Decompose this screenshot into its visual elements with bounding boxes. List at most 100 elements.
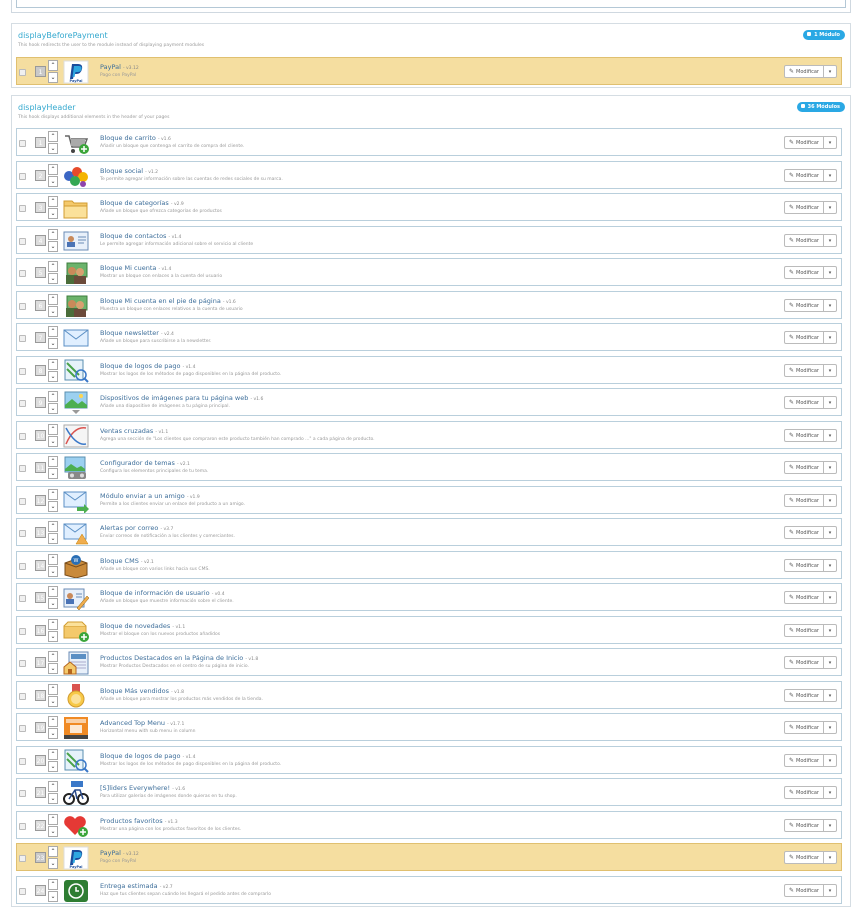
move-up-button[interactable]: ⌃ [48, 261, 58, 272]
module-select-checkbox[interactable] [19, 660, 26, 667]
modify-button[interactable]: ✎ Modificar [784, 65, 824, 78]
module-row[interactable]: 12 ⌃ ⌄ Módulo enviar a un amigo - v1.9 Permi… [16, 486, 842, 514]
move-down-button[interactable]: ⌄ [48, 663, 58, 674]
caret-down-icon[interactable]: ▾ [824, 559, 837, 572]
module-row[interactable]: 11 ⌃ ⌄ Configurador de temas - v2.1 Configur… [16, 453, 842, 481]
module-row[interactable]: 13 ⌃ ⌄ Alertas por correo - v3.7 Enviar corr… [16, 518, 842, 546]
move-down-button[interactable]: ⌄ [48, 371, 58, 382]
move-up-button[interactable]: ⌃ [48, 521, 58, 532]
module-select-checkbox[interactable] [19, 888, 26, 895]
module-select-checkbox[interactable] [19, 758, 26, 765]
caret-down-icon[interactable]: ▾ [824, 624, 837, 637]
module-row[interactable]: 10 ⌃ ⌄ Ventas cruzadas - v1.1 Agrega una sec… [16, 421, 842, 449]
module-select-checkbox[interactable] [19, 790, 26, 797]
move-down-button[interactable]: ⌄ [48, 728, 58, 739]
move-down-button[interactable]: ⌄ [48, 598, 58, 609]
caret-down-icon[interactable]: ▾ [824, 786, 837, 799]
move-up-button[interactable]: ⌃ [48, 716, 58, 727]
move-down-button[interactable]: ⌄ [48, 273, 58, 284]
module-select-checkbox[interactable] [19, 173, 26, 180]
move-down-button[interactable]: ⌄ [48, 696, 58, 707]
move-up-button[interactable]: ⌃ [48, 651, 58, 662]
module-select-checkbox[interactable] [19, 628, 26, 635]
module-row[interactable]: 20 ⌃ ⌄ Bloque de logos de pago - v1.4 Mostra… [16, 746, 842, 774]
move-down-button[interactable]: ⌄ [48, 566, 58, 577]
move-up-button[interactable]: ⌃ [48, 456, 58, 467]
module-row[interactable]: 16 ⌃ ⌄ Bloque de novedades - v1.1 Mostrar el… [16, 616, 842, 644]
move-up-button[interactable]: ⌃ [48, 391, 58, 402]
modify-button[interactable]: ✎ Modificar [784, 331, 824, 344]
module-row[interactable]: 17 ⌃ ⌄ Productos Destacados en la Página de… [16, 648, 842, 676]
module-row[interactable]: 4 ⌃ ⌄ Bloque de contactos - v1.4 Le permite … [16, 226, 842, 254]
modify-button[interactable]: ✎ Modificar [784, 461, 824, 474]
caret-down-icon[interactable]: ▾ [824, 331, 837, 344]
modify-button[interactable]: ✎ Modificar [784, 234, 824, 247]
modify-button[interactable]: ✎ Modificar [784, 819, 824, 832]
module-row[interactable]: 15 ⌃ ⌄ Bloque de información de usuario - v… [16, 583, 842, 611]
module-select-checkbox[interactable] [19, 140, 26, 147]
move-down-button[interactable]: ⌄ [48, 208, 58, 219]
module-row[interactable]: 7 ⌃ ⌄ Bloque newsletter - v2.4 Añade un bloq… [16, 323, 842, 351]
caret-down-icon[interactable]: ▾ [824, 136, 837, 149]
move-down-button[interactable]: ⌄ [48, 533, 58, 544]
move-up-button[interactable]: ⌃ [48, 814, 58, 825]
move-down-button[interactable]: ⌄ [48, 241, 58, 252]
modify-button[interactable]: ✎ Modificar [784, 494, 824, 507]
modify-button[interactable]: ✎ Modificar [784, 689, 824, 702]
modify-button[interactable]: ✎ Modificar [784, 884, 824, 897]
modify-button[interactable]: ✎ Modificar [784, 591, 824, 604]
caret-down-icon[interactable]: ▾ [824, 299, 837, 312]
module-select-checkbox[interactable] [19, 69, 26, 76]
move-up-button[interactable]: ⌃ [48, 131, 58, 142]
module-row[interactable]: 9 ⌃ ⌄ Dispositivos de imágenes para tu pági… [16, 388, 842, 416]
module-row[interactable]: 1 ⌃ ⌄ PayPal PayPal - v3.12 Pago con PayPal ✎ M… [16, 57, 842, 85]
modify-button[interactable]: ✎ Modificar [784, 364, 824, 377]
modify-button[interactable]: ✎ Modificar [784, 721, 824, 734]
caret-down-icon[interactable]: ▾ [824, 266, 837, 279]
module-select-checkbox[interactable] [19, 335, 26, 342]
module-row[interactable]: 8 ⌃ ⌄ Bloque de logos de pago - v1.4 Mostrar… [16, 356, 842, 384]
move-up-button[interactable]: ⌃ [48, 164, 58, 175]
module-select-checkbox[interactable] [19, 368, 26, 375]
modify-button[interactable]: ✎ Modificar [784, 201, 824, 214]
modify-button[interactable]: ✎ Modificar [784, 656, 824, 669]
module-row[interactable]: 2 ⌃ ⌄ Bloque social - v1.2 Te permite agrega… [16, 161, 842, 189]
modify-button[interactable]: ✎ Modificar [784, 851, 824, 864]
caret-down-icon[interactable]: ▾ [824, 396, 837, 409]
move-up-button[interactable]: ⌃ [48, 586, 58, 597]
module-row[interactable]: 5 ⌃ ⌄ Bloque Mi cuenta - v1.4 Mostrar un blo… [16, 258, 842, 286]
module-select-checkbox[interactable] [19, 270, 26, 277]
module-row[interactable]: 19 ⌃ ⌄ Advanced Top Menu - v1.7.1 Horizontal… [16, 713, 842, 741]
move-down-button[interactable]: ⌄ [48, 793, 58, 804]
caret-down-icon[interactable]: ▾ [824, 656, 837, 669]
modify-button[interactable]: ✎ Modificar [784, 136, 824, 149]
caret-down-icon[interactable]: ▾ [824, 819, 837, 832]
move-up-button[interactable]: ⌃ [48, 196, 58, 207]
caret-down-icon[interactable]: ▾ [824, 429, 837, 442]
module-row[interactable]: 21 ⌃ ⌄ [S]liders Everywhere! - v1.6 Para uti… [16, 778, 842, 806]
move-up-button[interactable]: ⌃ [48, 554, 58, 565]
modify-button[interactable]: ✎ Modificar [784, 624, 824, 637]
move-down-button[interactable]: ⌄ [48, 72, 58, 83]
modify-button[interactable]: ✎ Modificar [784, 754, 824, 767]
move-up-button[interactable]: ⌃ [48, 846, 58, 857]
module-row[interactable]: 23 ⌃ ⌄ PayPal PayPal - v3.12 Pago con PayPal ✎… [16, 843, 842, 871]
module-select-checkbox[interactable] [19, 400, 26, 407]
caret-down-icon[interactable]: ▾ [824, 234, 837, 247]
modify-button[interactable]: ✎ Modificar [784, 396, 824, 409]
modify-button[interactable]: ✎ Modificar [784, 786, 824, 799]
modify-button[interactable]: ✎ Modificar [784, 299, 824, 312]
move-down-button[interactable]: ⌄ [48, 436, 58, 447]
move-down-button[interactable]: ⌄ [48, 761, 58, 772]
caret-down-icon[interactable]: ▾ [824, 526, 837, 539]
module-select-checkbox[interactable] [19, 595, 26, 602]
modify-button[interactable]: ✎ Modificar [784, 266, 824, 279]
move-up-button[interactable]: ⌃ [48, 879, 58, 890]
modify-button[interactable]: ✎ Modificar [784, 526, 824, 539]
modify-button[interactable]: ✎ Modificar [784, 169, 824, 182]
module-row[interactable]: 6 ⌃ ⌄ Bloque Mi cuenta en el pie de página … [16, 291, 842, 319]
move-up-button[interactable]: ⌃ [48, 749, 58, 760]
move-up-button[interactable]: ⌃ [48, 781, 58, 792]
modify-button[interactable]: ✎ Modificar [784, 429, 824, 442]
module-row[interactable]: 3 ⌃ ⌄ Bloque de categorías - v2.9 Añade un b… [16, 193, 842, 221]
